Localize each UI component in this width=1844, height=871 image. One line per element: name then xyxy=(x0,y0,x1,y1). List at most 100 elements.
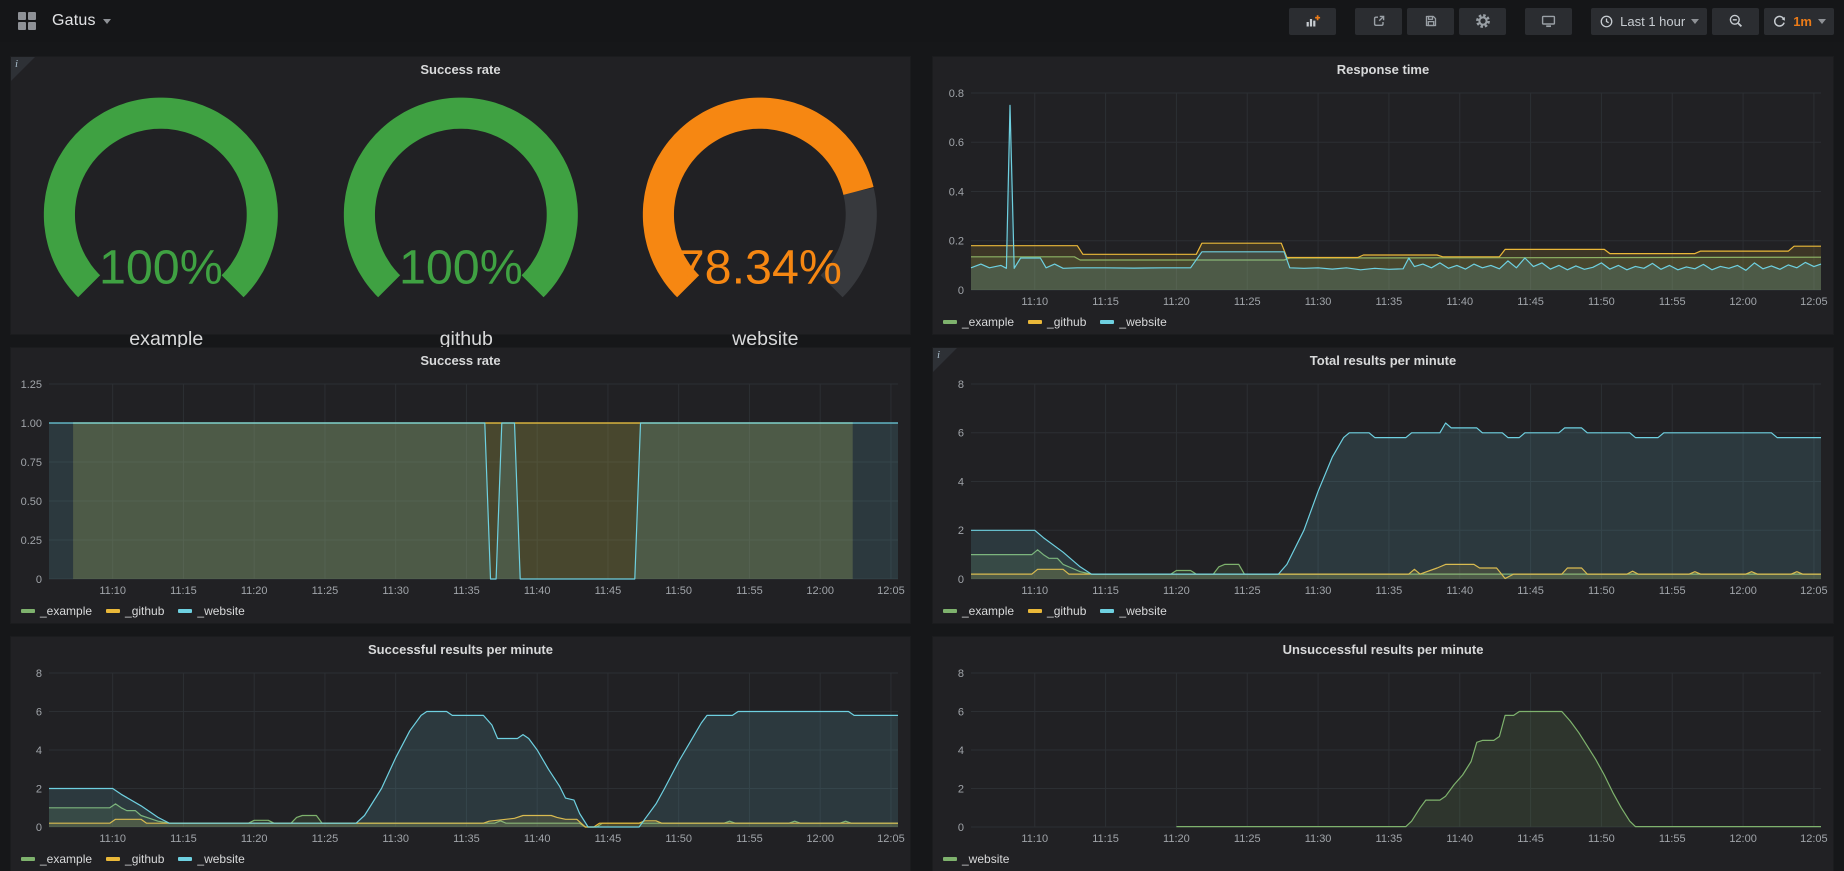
svg-text:11:55: 11:55 xyxy=(1659,585,1686,597)
legend-series-name: _github xyxy=(1047,315,1086,329)
legend-series-name: _example xyxy=(40,852,92,866)
gauge-svg: 78.34%_website xyxy=(610,83,910,355)
legend-item-_github[interactable]: _github xyxy=(1028,315,1086,329)
legend-color-dash xyxy=(1100,609,1114,613)
chart-svg: 00.250.500.751.001.2511:1011:1511:2011:2… xyxy=(11,374,910,599)
legend-item-_website[interactable]: _website xyxy=(178,852,244,866)
settings-button[interactable] xyxy=(1459,8,1506,35)
gauge-value: 78.34% xyxy=(678,241,842,295)
chart-svg: 0246811:1011:1511:2011:2511:3011:3511:40… xyxy=(933,663,1833,847)
legend-item-_website[interactable]: _website xyxy=(1100,315,1166,329)
legend-series-name: _example xyxy=(962,604,1014,618)
add-panel-icon xyxy=(1304,13,1321,29)
info-icon: i xyxy=(937,349,940,361)
svg-text:0: 0 xyxy=(36,822,42,834)
svg-text:11:20: 11:20 xyxy=(241,833,268,845)
zoom-out-button[interactable] xyxy=(1712,8,1759,35)
svg-text:0.50: 0.50 xyxy=(21,496,42,508)
axis-tick-labels: 0246811:1011:1511:2011:2511:3011:3511:40… xyxy=(958,668,1828,845)
svg-text:11:30: 11:30 xyxy=(382,585,409,597)
panel-info-corner[interactable]: i xyxy=(11,57,35,81)
chart-area: 0246811:1011:1511:2011:2511:3011:3511:40… xyxy=(11,663,910,847)
legend-item-_website[interactable]: _website xyxy=(1100,604,1166,618)
dashboard-title: Gatus xyxy=(52,12,96,30)
panel-title[interactable]: Success rate xyxy=(11,57,910,83)
svg-text:11:15: 11:15 xyxy=(1092,585,1119,597)
svg-text:0.75: 0.75 xyxy=(21,457,42,469)
svg-text:11:50: 11:50 xyxy=(665,833,692,845)
legend-item-_website[interactable]: _website xyxy=(943,852,1009,866)
svg-text:11:25: 11:25 xyxy=(312,585,339,597)
legend-item-_website[interactable]: _website xyxy=(178,604,244,618)
svg-text:11:40: 11:40 xyxy=(1446,585,1473,597)
chart-area: 00.250.500.751.001.2511:1011:1511:2011:2… xyxy=(11,374,910,599)
svg-text:12:05: 12:05 xyxy=(1800,833,1828,845)
navbar-right: Last 1 hour 1m xyxy=(1289,8,1834,35)
series-_website xyxy=(49,712,898,828)
save-button[interactable] xyxy=(1407,8,1454,35)
svg-text:1.25: 1.25 xyxy=(21,379,42,391)
svg-text:12:00: 12:00 xyxy=(1729,833,1757,845)
gauge-value: 100% xyxy=(399,241,523,295)
panel-info-corner[interactable]: i xyxy=(933,348,957,372)
svg-text:12:00: 12:00 xyxy=(1729,585,1757,597)
svg-text:11:15: 11:15 xyxy=(1092,296,1119,308)
svg-text:11:10: 11:10 xyxy=(1021,296,1048,308)
svg-text:12:05: 12:05 xyxy=(1800,585,1828,597)
chart-legend: _example _github _website xyxy=(11,847,910,871)
share-button[interactable] xyxy=(1355,8,1402,35)
dashboard-grid-icon[interactable] xyxy=(18,12,36,30)
svg-text:6: 6 xyxy=(36,706,42,718)
svg-text:0.4: 0.4 xyxy=(949,186,964,198)
panel-title[interactable]: Successful results per minute xyxy=(11,637,910,663)
panel-title[interactable]: Unsuccessful results per minute xyxy=(933,637,1833,663)
add-panel-button[interactable] xyxy=(1289,8,1336,35)
svg-text:2: 2 xyxy=(36,783,42,795)
legend-item-_example[interactable]: _example xyxy=(21,604,92,618)
chevron-down-icon xyxy=(1691,19,1699,24)
panel-successful-results: Successful results per minute 0246811:10… xyxy=(10,636,911,871)
svg-text:11:45: 11:45 xyxy=(1517,833,1544,845)
legend-item-_example[interactable]: _example xyxy=(943,315,1014,329)
svg-text:0.6: 0.6 xyxy=(949,137,964,149)
panel-title[interactable]: Success rate xyxy=(11,348,910,374)
svg-text:11:50: 11:50 xyxy=(1588,296,1615,308)
panel-title[interactable]: Response time xyxy=(933,57,1833,83)
panel-success-rate-timeseries: Success rate 00.250.500.751.001.2511:101… xyxy=(10,347,911,624)
legend-series-name: _website xyxy=(197,852,244,866)
legend-item-_github[interactable]: _github xyxy=(1028,604,1086,618)
chart-legend: _website xyxy=(933,847,1833,871)
svg-text:11:50: 11:50 xyxy=(665,585,692,597)
legend-item-_github[interactable]: _github xyxy=(106,852,164,866)
time-range-picker[interactable]: Last 1 hour xyxy=(1591,8,1707,35)
svg-text:2: 2 xyxy=(958,783,964,795)
svg-text:11:25: 11:25 xyxy=(312,833,339,845)
chart-legend: _example _github _website xyxy=(933,310,1833,334)
svg-text:8: 8 xyxy=(958,379,964,391)
legend-series-name: _example xyxy=(40,604,92,618)
svg-text:11:40: 11:40 xyxy=(524,833,551,845)
svg-text:11:25: 11:25 xyxy=(1234,833,1261,845)
svg-text:11:45: 11:45 xyxy=(595,585,622,597)
legend-item-_example[interactable]: _example xyxy=(943,604,1014,618)
chart-svg: 0246811:1011:1511:2011:2511:3011:3511:40… xyxy=(933,374,1833,599)
chevron-down-icon xyxy=(103,19,111,24)
tv-mode-button[interactable] xyxy=(1525,8,1572,35)
svg-text:4: 4 xyxy=(958,476,964,488)
dashboard-title-picker[interactable]: Gatus xyxy=(52,12,111,30)
legend-item-_github[interactable]: _github xyxy=(106,604,164,618)
svg-text:4: 4 xyxy=(36,745,42,757)
svg-text:8: 8 xyxy=(958,668,964,680)
info-icon: i xyxy=(15,58,18,70)
legend-color-dash xyxy=(21,857,35,861)
chevron-down-icon xyxy=(1818,19,1826,24)
svg-text:11:20: 11:20 xyxy=(1163,296,1190,308)
svg-text:1.00: 1.00 xyxy=(21,418,42,430)
gear-icon xyxy=(1475,13,1491,29)
refresh-picker[interactable]: 1m xyxy=(1764,8,1834,35)
legend-item-_example[interactable]: _example xyxy=(21,852,92,866)
top-navbar: Gatus xyxy=(0,0,1844,42)
grid-square xyxy=(28,22,36,30)
panel-title[interactable]: Total results per minute xyxy=(933,348,1833,374)
svg-text:6: 6 xyxy=(958,428,964,440)
